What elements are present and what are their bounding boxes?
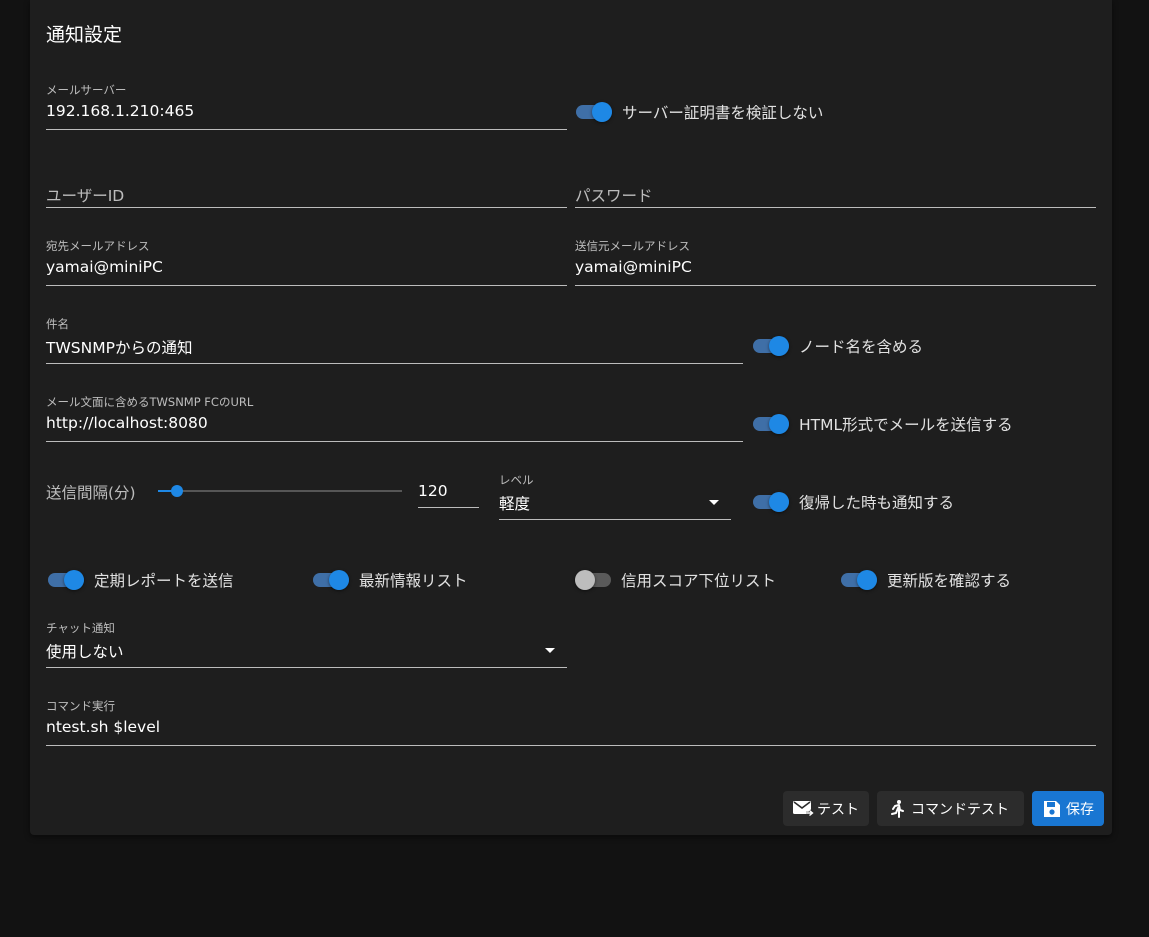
url-value: http://localhost:8080 xyxy=(46,414,208,432)
switch-track xyxy=(753,492,789,512)
chat-select[interactable]: チャット通知 使用しない xyxy=(46,616,567,668)
slider-thumb[interactable] xyxy=(171,485,183,497)
low-score-list-label: 信用スコア下位リスト xyxy=(621,572,777,590)
chat-value: 使用しない xyxy=(46,643,124,661)
mail-server-field[interactable]: メールサーバー 192.168.1.210:465 xyxy=(46,78,567,130)
command-field[interactable]: コマンド実行 ntest.sh $level xyxy=(46,694,1096,746)
url-field[interactable]: メール文面に含めるTWSNMP FCのURL http://localhost:… xyxy=(46,390,743,442)
switch-track xyxy=(576,102,612,122)
slider-rail xyxy=(158,490,402,492)
switch-thumb xyxy=(769,492,789,512)
notify-repair-label: 復帰した時も通知する xyxy=(799,494,955,512)
level-value: 軽度 xyxy=(499,495,531,513)
user-id-field[interactable]: ユーザーID xyxy=(46,156,567,208)
mail-from-label: 送信元メールアドレス xyxy=(575,239,690,253)
underline xyxy=(46,667,567,668)
switch-track xyxy=(841,570,877,590)
switch-track xyxy=(48,570,84,590)
command-label: コマンド実行 xyxy=(46,699,115,713)
html-mail-switch[interactable]: HTML形式でメールを送信する xyxy=(753,412,1013,436)
test-button[interactable]: テスト xyxy=(783,791,869,826)
command-test-button[interactable]: コマンドテスト xyxy=(877,791,1024,826)
floppy-disk-icon xyxy=(1044,800,1060,817)
mail-server-label: メールサーバー xyxy=(46,83,127,97)
subject-label: 件名 xyxy=(46,317,69,331)
switch-thumb xyxy=(857,570,877,590)
switch-thumb xyxy=(592,102,612,122)
low-score-list-switch[interactable]: 信用スコア下位リスト xyxy=(575,568,776,592)
subject-field[interactable]: 件名 TWSNMPからの通知 xyxy=(46,312,743,364)
switch-thumb xyxy=(769,414,789,434)
underline xyxy=(575,207,1096,208)
add-node-name-label: ノード名を含める xyxy=(799,338,924,356)
mail-to-field[interactable]: 宛先メールアドレス yamai@miniPC xyxy=(46,234,567,286)
subject-value: TWSNMPからの通知 xyxy=(46,339,193,357)
page-title: 通知設定 xyxy=(46,24,123,46)
test-button-label: テスト xyxy=(817,801,859,818)
mail-send-icon xyxy=(793,800,815,816)
news-list-switch[interactable]: 最新情報リスト xyxy=(313,568,468,592)
switch-thumb xyxy=(575,570,595,590)
switch-track xyxy=(313,570,349,590)
mail-from-value: yamai@miniPC xyxy=(575,258,692,276)
chevron-down-icon xyxy=(545,648,555,653)
notify-repair-switch[interactable]: 復帰した時も通知する xyxy=(753,490,954,514)
mail-to-label: 宛先メールアドレス xyxy=(46,239,150,253)
underline xyxy=(575,285,1096,286)
password-field[interactable]: パスワード xyxy=(575,156,1096,208)
level-select[interactable]: レベル 軽度 xyxy=(499,468,731,520)
user-id-placeholder: ユーザーID xyxy=(46,187,125,205)
save-button[interactable]: 保存 xyxy=(1032,791,1104,826)
underline xyxy=(499,519,731,520)
html-mail-label: HTML形式でメールを送信する xyxy=(799,416,1013,434)
chat-label: チャット通知 xyxy=(46,621,115,635)
check-update-switch[interactable]: 更新版を確認する xyxy=(841,568,1011,592)
interval-input[interactable]: 120 xyxy=(418,466,479,508)
skip-verify-label: サーバー証明書を検証しない xyxy=(622,104,824,122)
report-switch[interactable]: 定期レポートを送信 xyxy=(48,568,234,592)
switch-track xyxy=(575,570,611,590)
report-label: 定期レポートを送信 xyxy=(94,572,234,590)
level-label: レベル xyxy=(499,473,534,487)
save-button-label: 保存 xyxy=(1066,801,1094,818)
switch-thumb xyxy=(329,570,349,590)
password-placeholder: パスワード xyxy=(575,187,653,205)
url-label: メール文面に含めるTWSNMP FCのURL xyxy=(46,395,254,409)
underline xyxy=(46,129,567,130)
switch-thumb xyxy=(769,336,789,356)
command-test-button-label: コマンドテスト xyxy=(911,801,1009,818)
mail-to-value: yamai@miniPC xyxy=(46,258,163,276)
check-update-label: 更新版を確認する xyxy=(887,572,1012,590)
underline xyxy=(46,441,743,442)
interval-label: 送信間隔(分) xyxy=(46,484,136,502)
mail-server-value: 192.168.1.210:465 xyxy=(46,102,195,120)
notification-settings-card: 通知設定 メールサーバー 192.168.1.210:465 サーバー証明書を検… xyxy=(30,0,1112,835)
underline xyxy=(46,207,567,208)
interval-value: 120 xyxy=(418,482,448,500)
underline xyxy=(46,745,1096,746)
chevron-down-icon xyxy=(709,500,719,505)
underline xyxy=(418,507,479,508)
run-icon xyxy=(891,799,904,818)
skip-verify-switch[interactable]: サーバー証明書を検証しない xyxy=(576,100,823,124)
switch-track xyxy=(753,336,789,356)
underline xyxy=(46,285,567,286)
add-node-name-switch[interactable]: ノード名を含める xyxy=(753,334,923,358)
command-value: ntest.sh $level xyxy=(46,718,161,736)
mail-from-field[interactable]: 送信元メールアドレス yamai@miniPC xyxy=(575,234,1096,286)
underline xyxy=(46,363,743,364)
switch-thumb xyxy=(64,570,84,590)
news-list-label: 最新情報リスト xyxy=(359,572,468,590)
switch-track xyxy=(753,414,789,434)
